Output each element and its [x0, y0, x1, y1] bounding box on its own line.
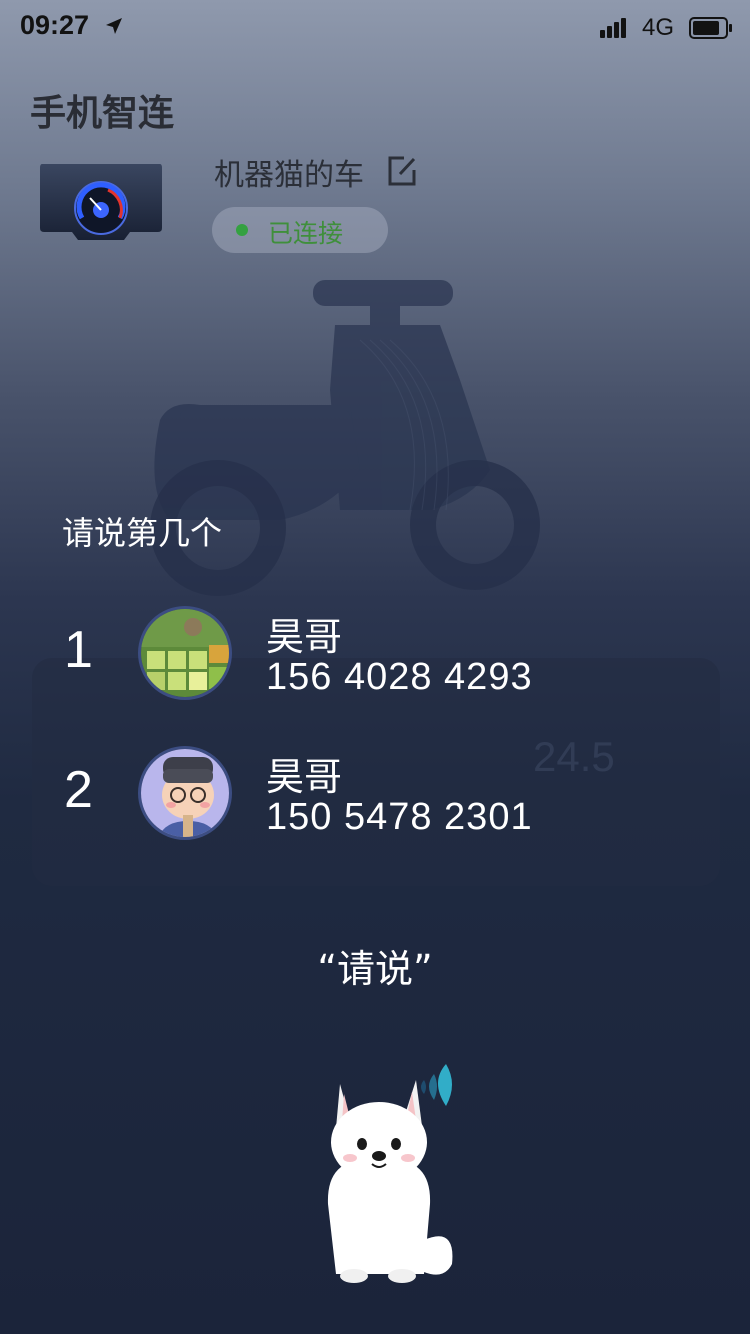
network-type: 4G — [642, 14, 675, 41]
signal-icon — [600, 18, 626, 38]
contact-index: 1 — [64, 621, 93, 679]
edit-icon[interactable] — [386, 154, 418, 188]
contact-phone: 150 5478 2301 — [266, 796, 533, 838]
voice-wave-icon — [438, 1064, 452, 1106]
samoyed-dog-mascot[interactable] — [306, 1054, 476, 1284]
location-arrow-icon — [106, 18, 122, 34]
cartoon-boy-avatar — [141, 749, 229, 837]
contact-item-1[interactable]: 1 昊哥 156 4028 4293 — [0, 606, 750, 706]
vehicle-name: 机器猫的车 — [214, 158, 364, 193]
contact-phone: 156 4028 4293 — [266, 656, 533, 698]
battery-icon — [689, 17, 732, 39]
dashboard-thumbnail[interactable] — [38, 160, 164, 242]
status-bar: 09:27 4G — [0, 0, 750, 54]
connection-status-badge: 已连接 — [212, 207, 388, 253]
page-title: 手机智连 — [30, 93, 175, 134]
status-dot-icon — [236, 224, 248, 236]
status-time: 09:27 — [20, 10, 90, 40]
contact-index: 2 — [64, 761, 93, 819]
contact-name: 昊哥 — [266, 615, 343, 659]
selection-prompt: 请说第几个 — [62, 514, 223, 552]
contact-item-2[interactable]: 2 昊哥 150 5478 2301 — [0, 746, 750, 846]
scooter-illustration — [150, 280, 540, 596]
game-4096-avatar — [141, 609, 229, 697]
contact-name: 昊哥 — [266, 755, 343, 799]
contact-avatar — [138, 746, 232, 840]
contact-avatar — [138, 606, 232, 700]
voice-prompt: “请说” — [317, 947, 433, 991]
connection-status-text: 已连接 — [268, 219, 344, 248]
